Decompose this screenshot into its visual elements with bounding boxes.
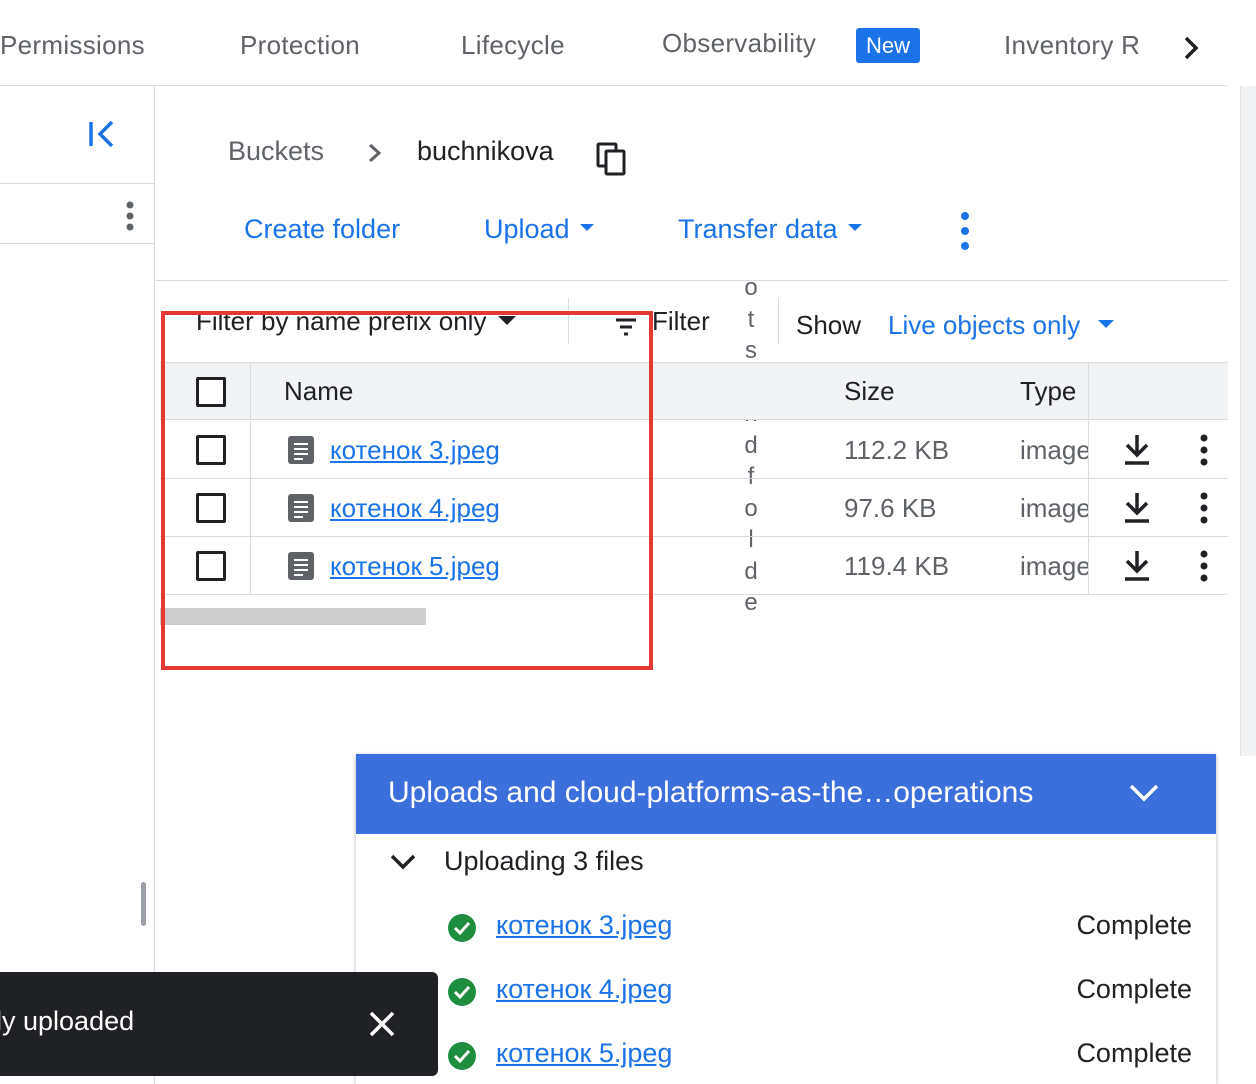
upload-item: котенок 3.jpeg Complete — [356, 902, 1216, 952]
download-icon[interactable] — [1122, 433, 1152, 467]
breadcrumb-buckets[interactable]: Buckets — [228, 136, 324, 167]
filter-input[interactable]: Filter — [652, 306, 710, 337]
file-size: 119.4 KB — [844, 551, 950, 581]
show-label: Show — [796, 310, 862, 340]
collapse-panel-icon[interactable] — [86, 116, 118, 152]
tab-lifecycle[interactable]: Lifecycle — [461, 30, 565, 61]
toast-message: ly uploaded — [0, 1006, 135, 1036]
upload-button[interactable]: Upload — [484, 214, 594, 245]
snackbar-toast: ly uploaded — [0, 972, 438, 1076]
divider — [156, 280, 1228, 281]
tab-protection[interactable]: Protection — [240, 30, 360, 61]
chevron-down-icon[interactable] — [388, 850, 418, 874]
upload-item: котенок 4.jpeg Complete — [356, 966, 1216, 1016]
chevron-right-icon[interactable] — [1176, 24, 1208, 72]
upload-panel: Uploads and cloud-platforms-as-the…opera… — [356, 754, 1216, 1084]
resize-handle[interactable] — [141, 882, 146, 926]
close-icon[interactable] — [366, 1008, 398, 1040]
upload-file-link[interactable]: котенок 3.jpeg — [496, 910, 672, 941]
column-divider — [1088, 479, 1089, 537]
more-vert-icon[interactable] — [120, 200, 140, 232]
column-header-size[interactable]: Size — [844, 376, 895, 407]
check-circle-icon — [448, 978, 476, 1006]
caret-down-icon — [847, 224, 862, 232]
divider — [778, 298, 779, 344]
new-badge: New — [856, 28, 921, 63]
upload-panel-title: Uploads and cloud-platforms-as-the…opera… — [388, 776, 1034, 809]
divider — [0, 183, 155, 184]
column-divider — [1088, 363, 1089, 419]
page-scrollbar[interactable] — [1240, 86, 1256, 756]
tab-inventory-reports[interactable]: Inventory R — [1004, 30, 1140, 61]
tab-observability[interactable]: Observability — [662, 28, 816, 59]
upload-file-link[interactable]: котенок 4.jpeg — [496, 974, 672, 1005]
chevron-right-icon — [369, 143, 382, 163]
file-size: 112.2 KB — [844, 435, 950, 465]
file-size: 97.6 KB — [844, 493, 937, 523]
upload-item: котенок 5.jpeg Complete — [356, 1030, 1216, 1080]
highlight-annotation-box — [161, 311, 653, 670]
chevron-down-icon[interactable] — [1126, 778, 1162, 808]
upload-group-title: Uploading 3 files — [444, 846, 644, 876]
divider — [0, 243, 155, 244]
upload-status: Complete — [1076, 910, 1192, 940]
bucket-name: buchnikova — [417, 136, 554, 166]
file-type: image — [1020, 551, 1088, 581]
live-objects-select[interactable]: Live objects only — [888, 310, 1115, 341]
copy-icon[interactable] — [596, 142, 628, 176]
column-divider — [1088, 537, 1089, 595]
upload-label: Upload — [484, 214, 570, 244]
upload-status: Complete — [1076, 1038, 1192, 1068]
more-vert-icon[interactable] — [1194, 433, 1214, 467]
file-type: image — [1020, 493, 1088, 523]
create-folder-button[interactable]: Create folder — [244, 214, 400, 245]
download-icon[interactable] — [1122, 549, 1152, 583]
tab-bar: Permissions Protection Lifecycle Observa… — [0, 0, 1228, 86]
check-circle-icon — [448, 1042, 476, 1070]
more-actions-icon[interactable] — [952, 210, 978, 252]
file-type: image — [1020, 435, 1088, 465]
left-panel — [0, 86, 155, 1084]
caret-down-icon — [1098, 320, 1115, 329]
more-vert-icon[interactable] — [1194, 491, 1214, 525]
download-icon[interactable] — [1122, 491, 1152, 525]
upload-panel-header[interactable]: Uploads and cloud-platforms-as-the…opera… — [356, 754, 1216, 834]
caret-down-icon — [579, 224, 594, 232]
upload-status: Complete — [1076, 974, 1192, 1004]
tab-permissions[interactable]: Permissions — [0, 30, 145, 61]
live-objects-label: Live objects only — [888, 310, 1081, 340]
more-vert-icon[interactable] — [1194, 549, 1214, 583]
check-circle-icon — [448, 914, 476, 942]
column-header-type[interactable]: Type — [1020, 376, 1076, 407]
column-divider — [1088, 421, 1089, 479]
transfer-data-button[interactable]: Transfer data — [678, 214, 862, 245]
upload-file-link[interactable]: котенок 5.jpeg — [496, 1038, 672, 1069]
transfer-data-label: Transfer data — [678, 214, 838, 244]
